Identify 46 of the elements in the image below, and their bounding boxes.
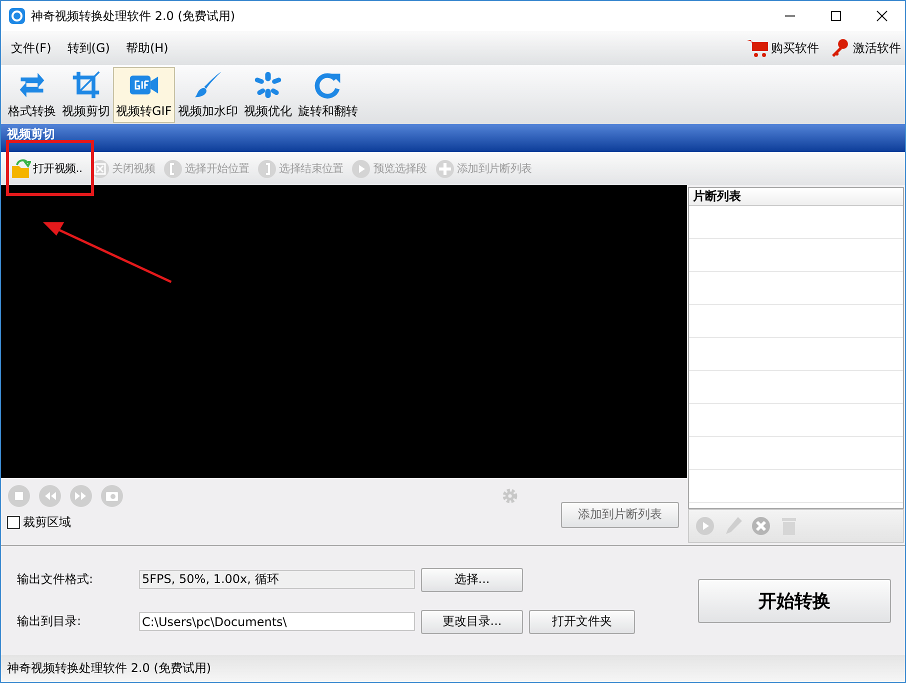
menu-link[interactable]: 激活软件	[853, 40, 901, 56]
rewind-icon[interactable]	[38, 484, 62, 508]
select-button[interactable]: 选择...	[421, 568, 523, 592]
bracket-icon	[163, 158, 184, 178]
menu-item[interactable]: 转到(G)	[67, 40, 110, 56]
pencil-icon[interactable]	[723, 516, 743, 536]
toolbar-button[interactable]: 视频转GIF	[113, 66, 175, 122]
menu-item[interactable]: 文件(F)	[11, 40, 52, 56]
add-to-list-button[interactable]: 添加到片断列表	[561, 502, 679, 528]
section-header: 视频剪切	[1, 124, 905, 152]
stop-icon[interactable]	[7, 484, 31, 508]
delete-icon[interactable]	[751, 516, 771, 536]
status-bar: 神奇视频转换处理软件 2.0 (免费试用)	[1, 655, 905, 682]
camera-icon[interactable]	[100, 484, 124, 508]
menu-item[interactable]: 帮助(H)	[126, 40, 168, 56]
sparkle-icon	[252, 70, 283, 100]
toolbar-button[interactable]: 格式转换	[5, 66, 59, 122]
app-icon	[9, 8, 25, 24]
toolbar-button[interactable]: 视频剪切	[59, 66, 113, 122]
fast-forward-icon[interactable]	[69, 484, 93, 508]
brush-icon	[192, 70, 223, 100]
start-button[interactable]: 开始转换	[698, 578, 891, 622]
format-field[interactable]: 5FPS, 50%, 1.00x, 循环	[139, 570, 415, 589]
action-button[interactable]: 打开视频..	[11, 158, 82, 178]
cart-icon	[747, 38, 769, 58]
menu-link[interactable]: 购买软件	[771, 40, 819, 56]
folder-icon	[11, 158, 31, 178]
play-icon	[351, 158, 372, 178]
window-title: 神奇视频转换处理软件 2.0 (免费试用)	[31, 8, 236, 24]
list-header: 片断列表	[689, 188, 903, 206]
crop-icon	[71, 70, 101, 100]
directory-field[interactable]: C:\Users\pc\Documents\	[139, 612, 415, 631]
checkbox-label: 裁剪区域	[23, 514, 71, 531]
open-folder-button[interactable]: 打开文件夹	[529, 610, 635, 634]
bracket-icon	[257, 158, 278, 178]
gear-icon[interactable]	[501, 487, 519, 505]
field-label: 输出到目录:	[17, 613, 82, 630]
plus-icon	[434, 158, 455, 178]
toolbar-button[interactable]: 视频加水印	[174, 66, 241, 122]
checkbox[interactable]	[7, 516, 20, 529]
toolbar-button[interactable]: 视频优化	[240, 66, 295, 122]
toolbar-button[interactable]: 旋转和翻转	[294, 66, 361, 122]
trash-icon[interactable]	[779, 516, 799, 536]
field-label: 输出文件格式:	[17, 571, 94, 588]
play-icon[interactable]	[695, 516, 715, 536]
change-directory-button[interactable]: 更改目录...	[421, 610, 523, 634]
